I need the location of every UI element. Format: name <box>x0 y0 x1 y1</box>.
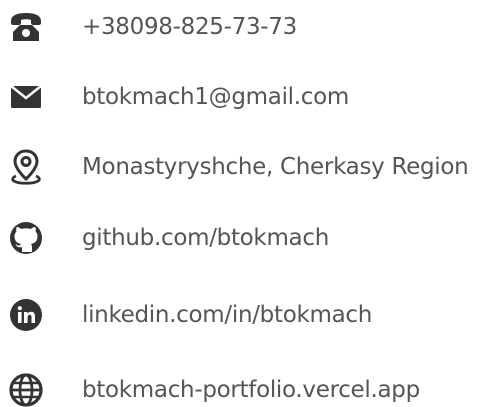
contact-item-linkedin[interactable]: linkedin.com/in/btokmach <box>0 290 488 340</box>
phone-icon <box>8 9 44 45</box>
contact-item-website[interactable]: btokmach-portfolio.vercel.app <box>0 365 488 407</box>
phone-number[interactable]: +38098-825-73-73 <box>82 2 297 52</box>
email-address[interactable]: btokmach1@gmail.com <box>82 72 349 122</box>
location-pin-icon <box>8 149 44 185</box>
contact-item-location[interactable]: Monastyryshche, Cherkasy Region <box>0 142 488 192</box>
website-link[interactable]: btokmach-portfolio.vercel.app <box>82 365 420 407</box>
github-link[interactable]: github.com/btokmach <box>82 213 329 263</box>
location-text[interactable]: Monastyryshche, Cherkasy Region <box>82 142 469 192</box>
contact-item-phone[interactable]: +38098-825-73-73 <box>0 2 488 52</box>
contact-list: +38098-825-73-73 btokmach1@gmail.com Mon… <box>0 0 488 407</box>
globe-icon <box>8 372 44 407</box>
linkedin-link[interactable]: linkedin.com/in/btokmach <box>82 290 372 340</box>
contact-item-email[interactable]: btokmach1@gmail.com <box>0 72 488 122</box>
linkedin-icon <box>8 297 44 333</box>
contact-item-github[interactable]: github.com/btokmach <box>0 213 488 263</box>
envelope-icon <box>8 79 44 115</box>
github-icon <box>8 220 44 256</box>
